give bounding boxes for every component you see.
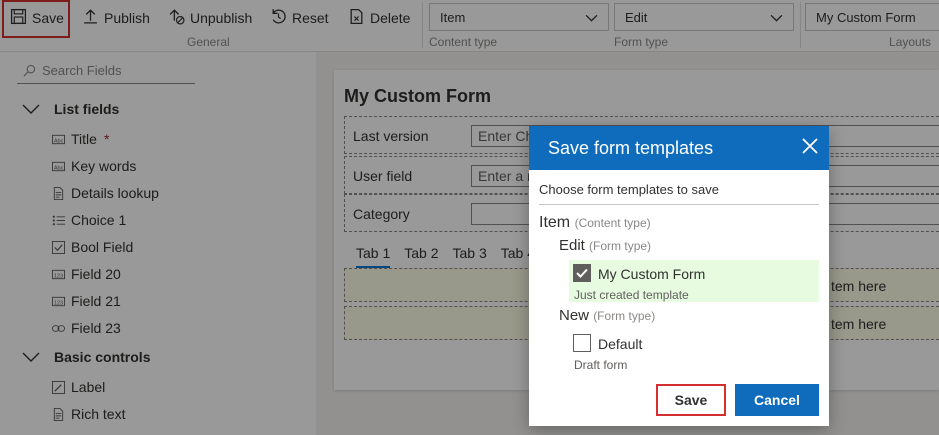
form-type-tag: (Form type) xyxy=(593,309,656,323)
save-form-templates-dialog: Save form templates Choose form template… xyxy=(529,126,829,426)
template-note: Draft form xyxy=(574,358,628,372)
form-type-name: Edit xyxy=(559,237,585,254)
content-type-tag: (Content type) xyxy=(574,216,651,230)
close-icon[interactable] xyxy=(799,135,821,157)
template-option-default[interactable]: Default Draft form xyxy=(569,330,819,372)
content-type-name: Item xyxy=(539,214,571,231)
checkmark-icon xyxy=(576,268,588,278)
template-option-my-custom-form[interactable]: My Custom Form Just created template xyxy=(569,260,819,302)
dialog-cancel-button[interactable]: Cancel xyxy=(735,384,819,416)
form-type-name: New xyxy=(559,307,590,324)
dialog-title: Save form templates xyxy=(548,138,714,158)
template-name: Default xyxy=(598,336,643,352)
form-type-heading-edit: Edit (Form type) xyxy=(559,237,651,254)
dialog-subtitle: Choose form templates to save xyxy=(539,182,819,205)
dialog-header: Save form templates xyxy=(529,126,829,170)
content-type-heading: Item (Content type) xyxy=(539,214,651,232)
form-type-heading-new: New (Form type) xyxy=(559,307,655,324)
template-name: My Custom Form xyxy=(598,266,706,282)
dialog-save-button[interactable]: Save xyxy=(656,384,726,416)
template-checkbox[interactable] xyxy=(573,264,591,282)
template-note: Just created template xyxy=(574,288,689,302)
form-type-tag: (Form type) xyxy=(589,239,652,253)
template-checkbox[interactable] xyxy=(573,334,591,352)
